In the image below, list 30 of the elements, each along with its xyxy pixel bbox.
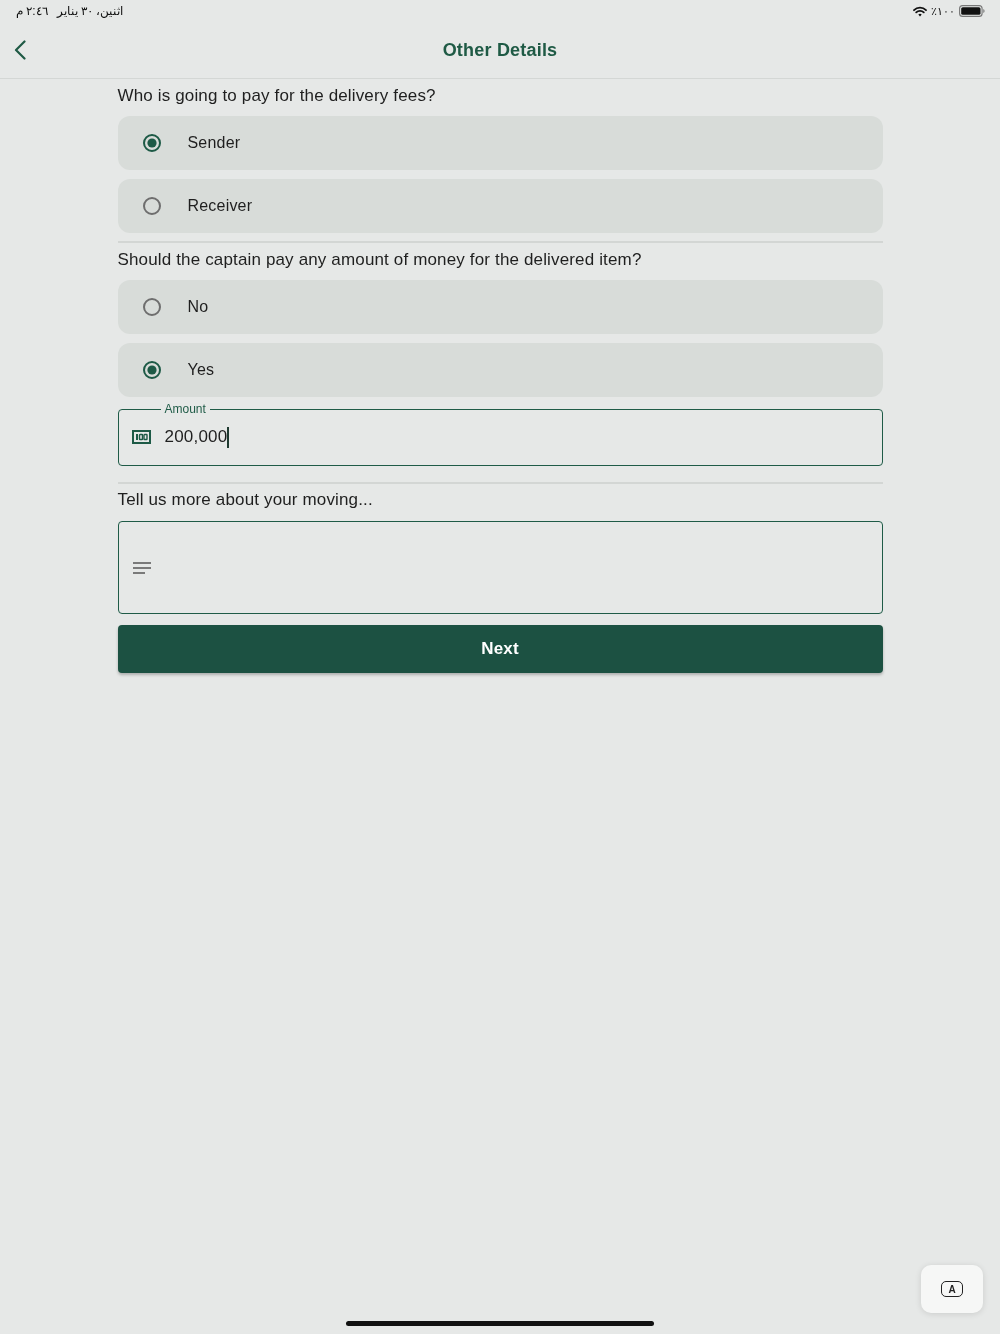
option-label: No bbox=[187, 298, 209, 316]
radio-button[interactable] bbox=[142, 298, 161, 316]
notes-field[interactable] bbox=[117, 521, 883, 614]
status-time: ٢:٤٦ م bbox=[16, 4, 48, 18]
option-card[interactable]: Yes bbox=[117, 343, 883, 397]
next-button[interactable]: Next bbox=[117, 625, 883, 673]
question-text: Tell us more about your moving... bbox=[117, 490, 374, 510]
status-date: اثنين، ٣٠ يناير bbox=[56, 4, 124, 18]
amount-value: 200,000 bbox=[164, 427, 228, 447]
field-label: Amount bbox=[163, 402, 207, 416]
option-card[interactable]: Receiver bbox=[117, 179, 883, 233]
radio-button[interactable] bbox=[142, 361, 161, 379]
question-text: Who is going to pay for the delivery fees? bbox=[117, 86, 437, 106]
option-label: Receiver bbox=[187, 197, 253, 215]
battery-percent: ٪١٠٠ bbox=[931, 4, 955, 18]
option-card[interactable]: No bbox=[117, 280, 883, 334]
money-icon bbox=[131, 430, 151, 444]
wifi-icon bbox=[913, 5, 927, 17]
screen-title: Other Details bbox=[442, 39, 558, 61]
battery-icon bbox=[959, 5, 985, 17]
radio-button[interactable] bbox=[142, 134, 161, 152]
option-card[interactable]: Sender bbox=[117, 116, 883, 170]
text-lines-icon bbox=[132, 561, 151, 574]
option-label: Yes bbox=[187, 361, 215, 379]
question-text: Should the captain pay any amount of money for the delivered item? bbox=[117, 250, 643, 270]
amount-field[interactable]: Amount 200,000 bbox=[117, 402, 883, 466]
radio-button[interactable] bbox=[142, 197, 161, 215]
back-icon[interactable] bbox=[14, 40, 26, 60]
keyboard-button[interactable]: A bbox=[921, 1265, 983, 1313]
option-label: Sender bbox=[187, 134, 241, 152]
